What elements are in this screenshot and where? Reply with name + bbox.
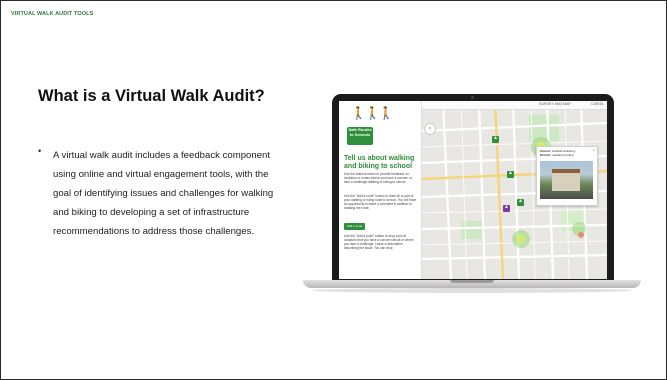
map-marker[interactable]: ▲ — [507, 170, 514, 178]
slide-title: What is a Virtual Walk Audit? — [38, 87, 265, 105]
nav-contact[interactable]: CONTA — [591, 102, 603, 106]
marker-icon: ▲ — [504, 204, 509, 210]
safe-routes-logo: Safe Routes to Schools — [347, 127, 373, 145]
panel-paragraph: Use the "Add a point" button to drop a p… — [344, 234, 414, 251]
walking-figures-icon: 🚶🚶🚶 — [351, 106, 394, 120]
chevron-left-icon: ‹ — [428, 125, 432, 132]
panel-heading: Tell us about walking and biking to scho… — [344, 155, 415, 170]
section-label: VIRTUAL WALK AUDIT TOOLS — [11, 11, 94, 17]
collapse-panel-button[interactable]: ‹ — [424, 123, 436, 135]
laptop-notch — [450, 280, 494, 283]
info-district-row: District: Oakland Unified — [540, 153, 574, 158]
bullet-item: A virtual walk audit includes a feedback… — [53, 150, 274, 237]
map-marker[interactable]: ▲ — [503, 204, 510, 212]
laptop-bezel: SURVEY AND MAP CONTA ▲ ▲ ▲ ▲ 🚶🚶🚶 Safe Ro… — [332, 94, 614, 281]
laptop-base — [303, 280, 641, 288]
marker-icon: ▲ — [493, 135, 498, 141]
laptop-shadow — [313, 288, 631, 293]
panel-paragraph: Use the "Add a route" button to draw all… — [344, 194, 417, 211]
location-info-card: × School: Garfield Academy District: Oak… — [536, 146, 598, 206]
marker-icon: ▲ — [508, 170, 513, 176]
camera-icon — [471, 96, 474, 99]
info-sidebar: 🚶🚶🚶 Safe Routes to Schools Tell us about… — [339, 101, 422, 279]
panel-paragraph: Use the buttons below to provide feedbac… — [344, 172, 413, 185]
house-image — [552, 169, 580, 191]
add-route-button[interactable]: Add a route — [344, 223, 365, 230]
laptop-screen: SURVEY AND MAP CONTA ▲ ▲ ▲ ▲ 🚶🚶🚶 Safe Ro… — [339, 101, 607, 279]
close-icon[interactable]: × — [593, 147, 595, 152]
nav-survey-and-map[interactable]: SURVEY AND MAP — [539, 102, 571, 106]
bullet-dot-icon: • — [38, 146, 42, 156]
district-value: Oakland Unified — [552, 153, 574, 157]
street-view-photo — [540, 161, 593, 199]
map-marker[interactable]: ▲ — [492, 135, 499, 143]
laptop-mockup: SURVEY AND MAP CONTA ▲ ▲ ▲ ▲ 🚶🚶🚶 Safe Ro… — [303, 94, 641, 299]
district-label: District: — [540, 153, 552, 157]
logo-text: Safe Routes to Schools — [348, 127, 372, 137]
top-nav-bar: SURVEY AND MAP CONTA — [421, 101, 607, 110]
marker-icon: ▲ — [518, 198, 523, 204]
map-marker[interactable]: ▲ — [517, 198, 524, 206]
slide: VIRTUAL WALK AUDIT TOOLS What is a Virtu… — [0, 0, 667, 380]
